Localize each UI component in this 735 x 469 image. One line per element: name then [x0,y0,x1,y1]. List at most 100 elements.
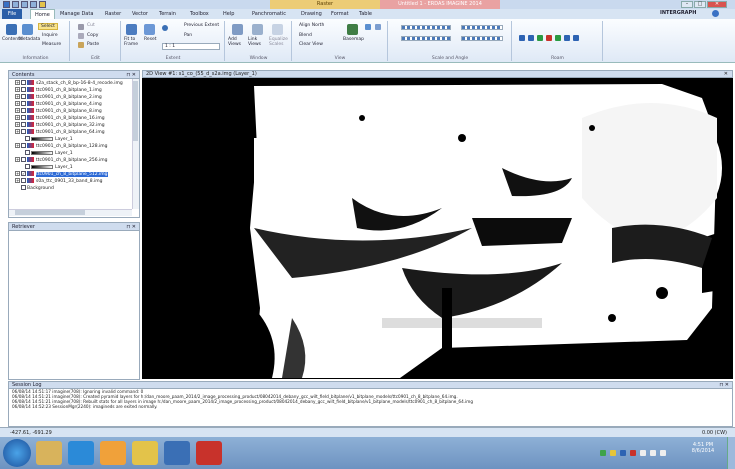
expand-icon[interactable]: + [15,171,20,176]
media-player-icon[interactable] [100,441,126,465]
layer-tree-item[interactable]: + ttc0901_ch_8_bitplane_1.img [9,87,131,94]
start-button[interactable] [3,439,31,467]
tab-terrain[interactable]: Terrain [155,9,180,19]
magnifier-icon[interactable] [365,24,371,30]
layer-tree-item[interactable]: + ttc0901_ch_8_bitplane_2.img [9,94,131,101]
tray-icon[interactable] [620,450,626,456]
redo-icon[interactable] [30,1,37,8]
close-button[interactable]: ✕ [707,1,727,8]
layer-tree-item[interactable]: + ttc0901_ch_8_bitplane_32.img [9,122,131,129]
save-icon[interactable] [12,1,19,8]
network-icon[interactable] [640,450,646,456]
minimize-button[interactable]: – [681,1,693,8]
layer-visibility-checkbox[interactable] [21,178,26,183]
layer-tree-item[interactable]: + ttc0901_ch_8_bitplane_16.img [9,115,131,122]
expand-icon[interactable]: + [15,129,20,134]
flag-icon[interactable] [660,450,666,456]
view-tab-header[interactable]: 2D View #1: s1_co_(55_d_s2a.img (Layer_1… [142,70,733,78]
layer-visibility-checkbox[interactable] [21,157,26,162]
tab-help[interactable]: Help [219,9,238,19]
paste-button[interactable]: Paste [87,42,99,47]
expand-icon[interactable]: + [15,87,20,92]
clock[interactable]: 4:51 PM 8/6/2014 [683,442,723,454]
layer-legend-checkbox[interactable] [25,136,30,141]
layer-tree-item[interactable]: + ttc0901_ch_8_bitplane_256.img [9,157,131,164]
tray-icon[interactable] [630,450,636,456]
roam-last-icon[interactable] [573,35,579,41]
layer-visibility-checkbox[interactable] [21,143,26,148]
align-north-button[interactable]: Align North [299,23,324,28]
layer-visibility-checkbox[interactable] [21,87,26,92]
panel-pin-close-icon[interactable]: ⊓ ✕ [126,223,136,231]
expand-icon[interactable]: + [15,101,20,106]
layer-tree-item[interactable]: + s0a_ttc_0901_33_band_8.img [9,178,131,185]
tab-manage-data[interactable]: Manage Data [56,9,97,19]
roam-stop-icon[interactable] [546,35,552,41]
layer-visibility-checkbox[interactable] [21,122,26,127]
clear-view-button[interactable]: Clear View [299,42,323,47]
roam-previous-icon[interactable] [528,35,534,41]
tab-panchromatic[interactable]: Panchromatic [248,9,290,19]
blend-button[interactable]: Blend [299,33,312,38]
tray-icon[interactable] [600,450,606,456]
tab-file[interactable]: File [2,9,22,19]
link-views-button[interactable]: Link Views [248,37,268,47]
folder-icon[interactable] [132,441,158,465]
layer-tree-item[interactable]: + ttc0901_ch_8_bitplane_4.img [9,101,131,108]
layer-tree-item[interactable]: + ✓ ttc0901_ch_8_bitplane_512.img [9,171,131,178]
file-explorer-icon[interactable] [36,441,62,465]
app-menu-icon[interactable] [3,1,10,8]
copy-button[interactable]: Copy [87,33,98,38]
folder-icon[interactable] [39,1,46,8]
cut-button[interactable]: Cut [87,23,95,28]
pan-button[interactable]: Pan [184,33,192,38]
fit-to-frame-button[interactable]: Fit to Frame [124,37,142,47]
tab-home[interactable]: Home [30,9,55,19]
roam-play-back-icon[interactable] [537,35,543,41]
internet-explorer-icon[interactable] [68,441,94,465]
reset-button[interactable]: Reset [144,37,157,42]
tab-drawing[interactable]: Drawing [297,9,326,19]
layer-tree-item[interactable]: + ttc0901_ch_8_bitplane_128.img [9,143,131,150]
previous-extent-button[interactable]: Previous Extent [184,23,219,28]
expand-icon[interactable]: + [15,80,20,85]
layer-visibility-checkbox[interactable] [21,129,26,134]
layer-visibility-checkbox[interactable] [21,94,26,99]
layer-tree-item[interactable]: + s2a_stack_ch_8_bp-16-8-4_recode.img [9,80,131,87]
grid-icon[interactable] [375,24,381,30]
scale-slider[interactable] [401,25,451,30]
angle-slider[interactable] [401,36,451,41]
layer-tree-item[interactable]: + ttc0901_ch_8_bitplane_8.img [9,108,131,115]
tab-toolbox[interactable]: Toolbox [186,9,213,19]
expand-icon[interactable]: + [15,122,20,127]
inquire-button[interactable]: Inquire [42,33,58,38]
undo-icon[interactable] [21,1,28,8]
layer-tree-item[interactable]: + ttc0901_ch_8_bitplane_64.img [9,129,131,136]
expand-icon[interactable]: + [15,94,20,99]
layer-tree-item[interactable]: Background [9,185,131,192]
panel-pin-close-icon[interactable]: ⊓ ✕ [126,71,136,79]
tab-format[interactable]: Format [327,9,353,19]
layer-legend-row[interactable]: Layer_1 [9,136,131,143]
roam-first-icon[interactable] [519,35,525,41]
show-desktop-button[interactable] [727,437,735,469]
tab-raster[interactable]: Raster [101,9,125,19]
maximize-button[interactable]: □ [694,1,706,8]
contents-vertical-scroll-thumb[interactable] [133,81,138,141]
expand-icon[interactable]: + [15,108,20,113]
view-2d-canvas[interactable] [142,78,733,379]
erdas-imagine-icon[interactable] [164,441,190,465]
layer-legend-row[interactable]: Layer_1 [9,164,131,171]
contents-horizontal-scroll-thumb[interactable] [15,210,85,215]
expand-icon[interactable]: + [15,115,20,120]
layer-visibility-checkbox[interactable] [21,80,26,85]
metadata-button[interactable]: Metadata [19,37,40,42]
app-icon[interactable] [196,441,222,465]
volume-icon[interactable] [650,450,656,456]
layer-legend-checkbox[interactable] [25,150,30,155]
tray-icon[interactable] [610,450,616,456]
layer-visibility-checkbox[interactable] [21,108,26,113]
rotate-slider[interactable] [461,36,503,41]
roam-play-icon[interactable] [555,35,561,41]
scale-dropdown[interactable]: 1 : 1 [162,43,220,50]
